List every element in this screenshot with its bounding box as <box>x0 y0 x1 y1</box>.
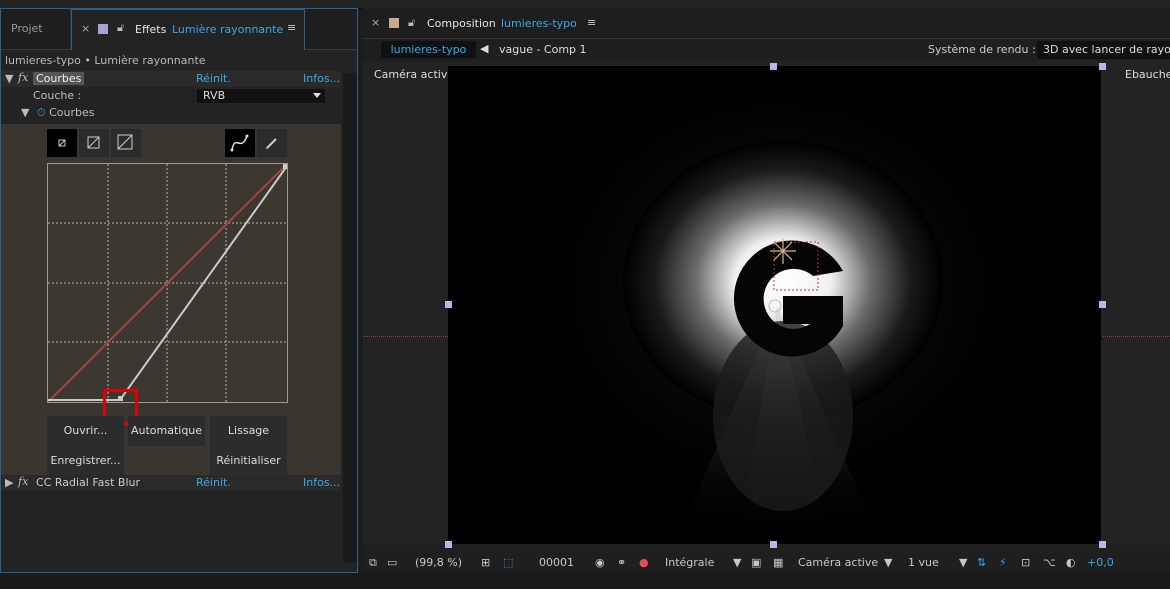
flowchart-icon[interactable]: ⌥ <box>1043 556 1056 569</box>
transparency-grid-icon[interactable]: ▦ <box>773 556 783 569</box>
reset-link[interactable]: Réinit. <box>196 72 231 85</box>
curve-size-medium-button[interactable] <box>79 129 109 157</box>
reference-diagonal <box>48 164 287 402</box>
render-label: Système de rendu : <box>928 43 1036 56</box>
preview-icon[interactable]: ⧉ <box>369 556 377 570</box>
curves-label: Courbes <box>49 106 95 119</box>
curve-control-point[interactable] <box>283 164 287 169</box>
tab-effets-layer: Lumière rayonnante <box>172 23 284 36</box>
collapse-arrow-icon[interactable]: ▼ <box>21 106 29 119</box>
fx-icon[interactable]: fx <box>18 71 28 84</box>
rendered-glow-image <box>448 66 1101 544</box>
layer-handle[interactable] <box>770 63 777 70</box>
composition-name[interactable]: lumieres-typo <box>501 17 577 30</box>
snapshot-icon[interactable]: ⚭ <box>617 556 626 569</box>
composition-panel: × 🔓︎ Composition lumieres-typo ≡ lumiere… <box>363 8 1170 573</box>
channels-icon[interactable]: ● <box>639 556 649 569</box>
auto-button[interactable]: Automatique <box>128 416 205 446</box>
composition-canvas[interactable] <box>448 66 1101 544</box>
couche-label: Couche : <box>33 89 82 102</box>
exposure-reset-icon[interactable]: ◐ <box>1066 556 1076 569</box>
arrow-left-icon: ◀ <box>480 42 489 55</box>
composition-color-icon <box>389 18 399 28</box>
crumb-active[interactable]: lumieres-typo <box>381 41 476 58</box>
pencil-tool-icon[interactable] <box>257 129 287 157</box>
layer-handle[interactable] <box>1099 541 1106 548</box>
grid-icon[interactable]: ⊞ <box>481 556 490 569</box>
bezier-curve-tool-icon[interactable] <box>225 129 255 157</box>
toggle-pixel-icon[interactable]: ⇅ <box>977 556 986 569</box>
bottom-strip <box>0 573 1170 589</box>
guide-line <box>1103 336 1170 337</box>
close-icon[interactable]: × <box>371 16 380 29</box>
render-dropdown[interactable]: 3D avec lancer de rayon <box>1037 41 1170 59</box>
curves-editor: Ouvrir... Automatique Lissage Enregistre… <box>1 124 341 476</box>
composition-viewer[interactable]: Caméra active Ebauche <box>363 61 1170 548</box>
layer-handle[interactable] <box>445 541 452 548</box>
composition-navigator: lumieres-typo ◀ vague - Comp 1 Système d… <box>363 39 1170 61</box>
layer-handle[interactable] <box>770 541 777 548</box>
crumb-next[interactable]: vague - Comp 1 <box>499 43 587 56</box>
region-icon[interactable]: ⬚ <box>503 556 513 569</box>
info-link[interactable]: Infos... <box>303 72 340 85</box>
view-dropdown[interactable]: Caméra active <box>798 556 878 569</box>
stopwatch-icon[interactable]: ⏱︎ <box>37 106 46 119</box>
effect-name[interactable]: CC Radial Fast Blur <box>36 476 140 489</box>
chevron-down-icon[interactable]: ▼ <box>733 556 741 569</box>
reset-curve-button[interactable]: Réinitialiser <box>210 446 287 476</box>
zoom-dropdown[interactable]: (99,8 %) <box>415 556 462 569</box>
couche-value: RVB <box>203 89 226 102</box>
timecode[interactable]: 00001 <box>539 556 574 569</box>
panel-menu-icon[interactable]: ≡ <box>587 16 596 29</box>
composition-tab-bar: × 🔓︎ Composition lumieres-typo ≡ <box>363 8 1170 39</box>
tab-effets-label: Effets <box>135 23 167 36</box>
roi-icon[interactable]: ▣ <box>751 556 761 569</box>
layer-handle[interactable] <box>1099 63 1106 70</box>
timeline-icon[interactable]: ⊡ <box>1021 556 1030 569</box>
layer-handle[interactable] <box>445 301 452 308</box>
fx-icon[interactable]: fx <box>18 475 28 488</box>
effects-panel: Projet × 🔓︎ Effets Lumière rayonnante ≡ … <box>0 8 358 573</box>
breadcrumb: lumieres-typo • Lumière rayonnante <box>5 54 206 67</box>
effect-name[interactable]: Courbes <box>33 72 85 85</box>
chevron-down-icon[interactable]: ▼ <box>884 556 892 569</box>
camera-icon[interactable]: ◉ <box>595 556 605 569</box>
couche-dropdown[interactable]: RVB <box>197 89 325 103</box>
curve-graph[interactable] <box>47 163 288 403</box>
viewer-label-right: Ebauche <box>1125 68 1170 81</box>
curves-section[interactable]: ▼ ⏱︎ Courbes <box>21 106 94 120</box>
panel-tabs: Projet × 🔓︎ Effets Lumière rayonnante ≡ <box>1 9 357 50</box>
monitor-icon[interactable]: ▭ <box>387 556 397 569</box>
close-icon[interactable]: × <box>81 22 90 35</box>
curve-size-large-button[interactable] <box>111 129 141 157</box>
resolution-dropdown[interactable]: Intégrale <box>665 556 714 569</box>
expand-arrow-icon[interactable]: ▶ <box>5 476 13 489</box>
effect-row-courbes[interactable]: ▼ fx Courbes Réinit. Infos... <box>1 71 341 87</box>
lock-icon[interactable]: 🔓︎ <box>117 21 124 35</box>
collapse-arrow-icon[interactable]: ▼ <box>5 72 13 85</box>
scrollbar[interactable] <box>343 73 357 563</box>
exposure-value[interactable]: +0,0 <box>1087 556 1114 569</box>
viewer-controls: ⧉ ▭ (99,8 %) ⊞ ⬚ 00001 ◉ ⚭ ● Intégrale ▼… <box>363 553 1170 573</box>
effects-color-icon <box>98 24 108 34</box>
smooth-button[interactable]: Lissage <box>210 416 287 446</box>
layer-handle[interactable] <box>1099 301 1106 308</box>
open-button[interactable]: Ouvrir... <box>47 416 124 446</box>
save-button[interactable]: Enregistrer... <box>47 446 124 476</box>
effect-row-radial-blur[interactable]: ▶ fx CC Radial Fast Blur Réinit. Infos..… <box>1 475 341 491</box>
views-dropdown[interactable]: 1 vue <box>908 556 939 569</box>
composition-title: Composition <box>427 17 496 30</box>
panel-menu-icon[interactable]: ≡ <box>287 21 296 34</box>
chevron-down-icon <box>313 93 321 98</box>
fast-preview-icon[interactable]: ⚡ <box>999 556 1007 569</box>
chevron-down-icon[interactable]: ▼ <box>959 556 967 569</box>
tab-projet[interactable]: Projet <box>1 9 71 49</box>
curve-size-small-button[interactable] <box>47 129 77 157</box>
tab-effets[interactable]: × 🔓︎ Effets Lumière rayonnante ≡ <box>71 9 305 50</box>
guide-line <box>363 336 448 337</box>
lock-icon[interactable]: 🔓︎ <box>408 16 415 30</box>
viewer-label-left: Caméra active <box>374 68 455 81</box>
reset-link[interactable]: Réinit. <box>196 476 231 489</box>
info-link[interactable]: Infos... <box>303 476 340 489</box>
